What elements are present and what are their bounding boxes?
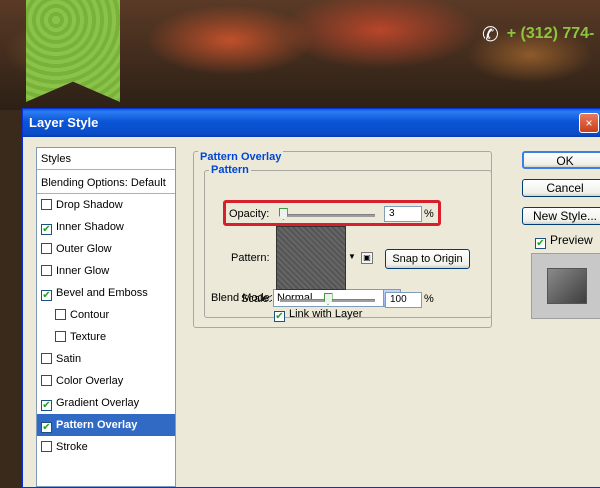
checkbox[interactable] — [55, 331, 66, 342]
snap-to-origin-button[interactable]: Snap to Origin — [385, 249, 470, 269]
pattern-swatch[interactable] — [276, 226, 346, 290]
style-item-bevel-and-emboss[interactable]: ✔ Bevel and Emboss — [37, 282, 175, 304]
blending-options-item[interactable]: Blending Options: Default — [37, 172, 175, 194]
preview-option[interactable]: ✔ Preview — [535, 233, 593, 249]
styles-list: Styles Blending Options: Default Drop Sh… — [36, 147, 176, 487]
checkbox[interactable] — [41, 199, 52, 210]
checkbox[interactable]: ✔ — [41, 422, 52, 433]
link-checkbox[interactable]: ✔ — [274, 311, 285, 322]
style-item-gradient-overlay[interactable]: ✔ Gradient Overlay — [37, 392, 175, 414]
style-item-label: Stroke — [56, 441, 88, 453]
preview-checkbox[interactable]: ✔ — [535, 238, 546, 249]
annotation-highlight-box — [223, 200, 441, 226]
pattern-overlay-title: Pattern Overlay — [198, 151, 284, 163]
style-item-label: Satin — [56, 353, 82, 365]
preview-thumbnail — [531, 253, 600, 319]
style-item-satin[interactable]: Satin — [37, 348, 175, 370]
style-item-label: Inner Shadow — [56, 221, 124, 233]
checkbox[interactable]: ✔ — [41, 224, 52, 235]
style-item-drop-shadow[interactable]: Drop Shadow — [37, 194, 175, 216]
scale-input[interactable]: 100 — [385, 292, 422, 308]
style-item-outer-glow[interactable]: Outer Glow — [37, 238, 175, 260]
checkbox[interactable] — [41, 441, 52, 452]
ok-button[interactable]: OK — [522, 151, 600, 169]
style-item-label: Outer Glow — [56, 243, 112, 255]
style-items: Drop Shadow ✔ Inner Shadow Outer Glow Inner … — [37, 194, 175, 458]
checkbox[interactable]: ✔ — [41, 290, 52, 301]
style-item-texture[interactable]: Texture — [37, 326, 175, 348]
styles-header[interactable]: Styles — [37, 148, 175, 170]
scale-label: Scale: — [241, 293, 272, 305]
link-with-layer-option[interactable]: ✔ Link with Layer — [274, 308, 362, 322]
pattern-label: Pattern: — [231, 252, 270, 264]
checkbox[interactable] — [55, 309, 66, 320]
pattern-subgroup-title: Pattern — [209, 164, 251, 176]
dialog-title: Layer Style — [29, 115, 99, 130]
phone-icon: ✆ — [482, 23, 499, 46]
style-item-label: Drop Shadow — [56, 199, 123, 211]
link-label: Link with Layer — [289, 308, 363, 320]
scale-unit: % — [424, 293, 434, 305]
style-item-label: Texture — [70, 331, 107, 343]
close-icon: × — [585, 116, 593, 130]
style-item-label: Color Overlay — [56, 375, 124, 387]
style-item-pattern-overlay[interactable]: ✔ Pattern Overlay — [37, 414, 175, 436]
style-item-label: Gradient Overlay — [56, 397, 140, 409]
style-item-contour[interactable]: Contour — [37, 304, 175, 326]
style-item-inner-glow[interactable]: Inner Glow — [37, 260, 175, 282]
preview-label: Preview — [550, 233, 593, 247]
checkbox[interactable] — [41, 265, 52, 276]
phone-number: ✆ + (312) 774- — [482, 22, 594, 46]
new-style-button[interactable]: New Style... — [522, 207, 600, 225]
checkbox[interactable] — [41, 375, 52, 386]
style-item-label: Pattern Overlay — [56, 419, 138, 431]
style-item-inner-shadow[interactable]: ✔ Inner Shadow — [37, 216, 175, 238]
checkbox[interactable] — [41, 353, 52, 364]
checkbox[interactable]: ✔ — [41, 400, 52, 411]
layer-style-dialog: Layer Style × Styles Blending Options: D… — [22, 108, 600, 488]
close-button[interactable]: × — [579, 113, 599, 133]
style-item-stroke[interactable]: Stroke — [37, 436, 175, 458]
cancel-button[interactable]: Cancel — [522, 179, 600, 197]
dialog-titlebar[interactable]: Layer Style — [23, 109, 600, 137]
style-item-label: Inner Glow — [56, 265, 110, 277]
blend-mode-value: Normal — [277, 292, 313, 304]
style-item-color-overlay[interactable]: Color Overlay — [37, 370, 175, 392]
style-item-label: Contour — [70, 309, 110, 321]
phone-text: + (312) 774- — [506, 25, 595, 42]
checkbox[interactable] — [41, 243, 52, 254]
dropdown-arrow-icon[interactable]: ▼ — [348, 252, 356, 261]
new-preset-icon[interactable]: ▣ — [361, 252, 373, 264]
preview-swatch — [547, 268, 587, 304]
style-item-label: Bevel and Emboss — [56, 287, 148, 299]
blend-mode-select[interactable]: Normal ▼ — [273, 289, 401, 307]
